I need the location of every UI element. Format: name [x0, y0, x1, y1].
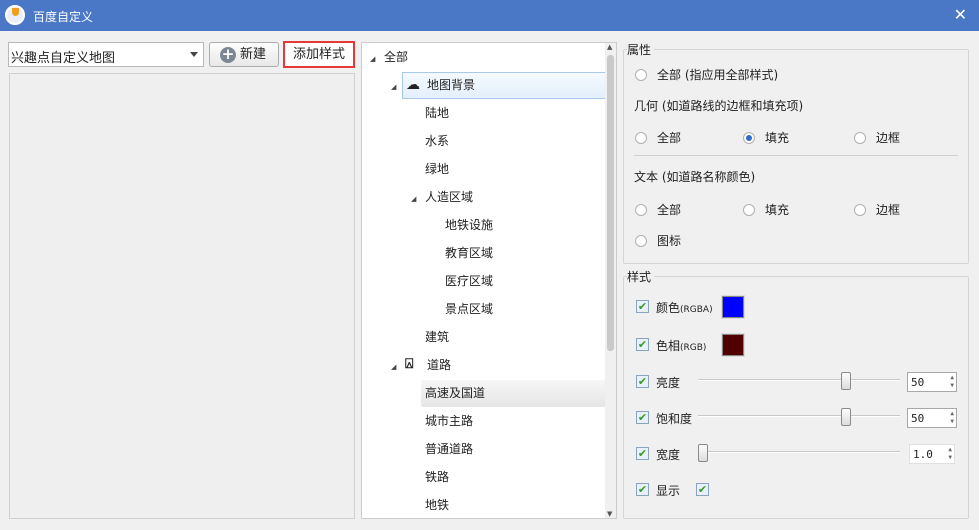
road-icon: ⍓: [405, 356, 414, 372]
scroll-down-icon[interactable]: ▼: [607, 510, 612, 518]
radio-text-border[interactable]: 边框: [854, 201, 900, 218]
tree-node-water[interactable]: 水系: [425, 128, 449, 155]
saturation-value: 50: [911, 412, 925, 425]
expand-arrow-icon[interactable]: ◢: [391, 83, 396, 91]
hue-label: 色相(RGB): [656, 337, 706, 354]
radio-text-fill[interactable]: 填充: [743, 201, 789, 218]
tree-node-education[interactable]: 教育区域: [445, 240, 493, 267]
brightness-label: 亮度: [656, 376, 681, 390]
visible-value-checkbox[interactable]: ✔: [696, 483, 709, 496]
brightness-value: 50: [911, 376, 925, 389]
expand-arrow-icon[interactable]: ◢: [411, 195, 416, 203]
hue-checkbox[interactable]: ✔: [636, 338, 649, 351]
close-icon[interactable]: ✕: [954, 5, 967, 24]
tree-node-road[interactable]: 道路: [427, 352, 451, 379]
tree-node-subway-facility[interactable]: 地铁设施: [445, 212, 493, 239]
color-label-suffix: (RGBA): [680, 305, 713, 315]
tree-node-railway[interactable]: 铁路: [425, 464, 449, 491]
tree-node-all[interactable]: 全部: [384, 44, 408, 71]
radio-label: 边框: [876, 203, 901, 217]
scroll-up-icon[interactable]: ▲: [607, 43, 612, 51]
new-button[interactable]: + 新建: [209, 42, 279, 67]
cloud-icon: ☁: [406, 77, 420, 93]
spin-arrows-icon[interactable]: ▲ ▼: [950, 374, 954, 390]
style-list-panel[interactable]: [9, 73, 355, 519]
expand-arrow-icon[interactable]: ◢: [370, 55, 375, 63]
width-slider-thumb[interactable]: [698, 444, 708, 462]
brightness-checkbox[interactable]: ✔: [636, 375, 649, 388]
radio-text-icon[interactable]: 图标: [635, 232, 681, 249]
width-label: 宽度: [656, 448, 681, 462]
map-select-value: 兴趣点自定义地图: [11, 51, 116, 66]
radio-text-all[interactable]: 全部: [635, 201, 681, 218]
color-checkbox[interactable]: ✔: [636, 300, 649, 313]
width-checkbox[interactable]: ✔: [636, 447, 649, 460]
expand-arrow-icon[interactable]: ◢: [391, 363, 396, 371]
hue-swatch[interactable]: [721, 333, 745, 357]
radio-geo-all[interactable]: 全部: [635, 129, 681, 146]
radio-label: 填充: [765, 203, 790, 217]
width-value: 1.0: [913, 448, 933, 461]
tree-node-normal-road[interactable]: 普通道路: [425, 436, 473, 463]
app-logo-icon: [5, 5, 25, 25]
tree-scrollbar[interactable]: ▲ ▼: [605, 43, 616, 518]
tree-node-label: 地图背景: [427, 78, 476, 92]
radio-apply-all[interactable]: 全部 (指应用全部样式): [635, 66, 778, 83]
geometry-title: 几何 (如道路线的边框和填充项): [634, 99, 804, 113]
plus-circle-icon: +: [220, 45, 236, 63]
saturation-spinbox[interactable]: 50 ▲ ▼: [907, 408, 957, 428]
tree-node-main-road[interactable]: 城市主路: [425, 408, 473, 435]
radio-label: 全部 (指应用全部样式): [657, 68, 779, 82]
tree-node-subway[interactable]: 地铁: [425, 492, 449, 518]
visible-label: 显示: [656, 484, 681, 498]
saturation-checkbox[interactable]: ✔: [636, 411, 649, 424]
map-select[interactable]: 兴趣点自定义地图: [8, 42, 204, 67]
saturation-label: 饱和度: [656, 412, 693, 426]
add-style-button[interactable]: 添加样式: [283, 41, 355, 68]
radio-geo-fill[interactable]: 填充: [743, 129, 789, 146]
chevron-down-icon: [190, 52, 198, 57]
properties-title: 属性: [627, 41, 655, 58]
visible-checkbox[interactable]: ✔: [636, 483, 649, 496]
color-label-text: 颜色: [656, 301, 681, 315]
radio-label: 图标: [657, 234, 682, 248]
brightness-slider-thumb[interactable]: [841, 372, 852, 390]
tree-node-land[interactable]: 陆地: [425, 100, 449, 127]
tree-node-medical[interactable]: 医疗区域: [445, 268, 493, 295]
tree-node-highway[interactable]: 高速及国道: [421, 380, 606, 407]
tree-node-manmade[interactable]: 人造区域: [425, 184, 473, 211]
scroll-thumb[interactable]: [607, 55, 614, 351]
title-bar: 百度自定义 ✕: [0, 0, 979, 31]
divider: [634, 155, 958, 156]
tree-node-map-background[interactable]: ☁ 地图背景: [402, 72, 606, 99]
spin-arrows-icon[interactable]: ▲ ▼: [948, 446, 952, 462]
style-title: 样式: [627, 268, 655, 285]
text-title: 文本 (如道路名称颜色): [634, 170, 756, 184]
saturation-slider-thumb[interactable]: [841, 408, 852, 426]
new-button-label: 新建: [239, 47, 266, 62]
radio-label: 全部: [657, 203, 682, 217]
width-slider-track[interactable]: [698, 451, 900, 453]
width-spinbox[interactable]: 1.0 ▲ ▼: [909, 444, 955, 464]
layer-tree[interactable]: ◢ 全部 ◢ ☁ 地图背景 陆地 水系 绿地 ◢ 人造区域 地铁设施 教育区域 …: [361, 42, 617, 519]
saturation-slider-track[interactable]: [698, 415, 900, 417]
color-label: 颜色(RGBA): [656, 299, 713, 316]
window-title: 百度自定义: [33, 10, 94, 24]
color-swatch[interactable]: [721, 295, 745, 319]
radio-label: 全部: [657, 131, 682, 145]
hue-label-text: 色相: [656, 339, 681, 353]
tree-node-building[interactable]: 建筑: [425, 324, 449, 351]
radio-label: 填充: [765, 131, 790, 145]
hue-label-suffix: (RGB): [680, 343, 707, 353]
spin-arrows-icon[interactable]: ▲ ▼: [950, 410, 954, 426]
brightness-slider-track[interactable]: [698, 379, 900, 381]
brightness-spinbox[interactable]: 50 ▲ ▼: [907, 372, 957, 392]
tree-node-scenic[interactable]: 景点区域: [445, 296, 493, 323]
radio-geo-border[interactable]: 边框: [854, 129, 900, 146]
radio-label: 边框: [876, 131, 901, 145]
tree-node-green[interactable]: 绿地: [425, 156, 449, 183]
